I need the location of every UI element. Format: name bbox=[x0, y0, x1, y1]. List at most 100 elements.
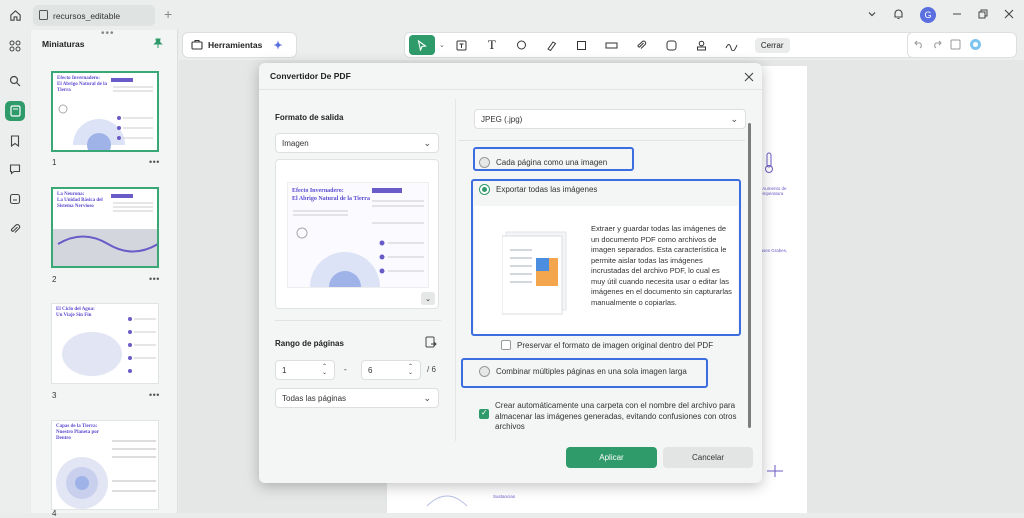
dialog-title: Convertidor De PDF bbox=[270, 71, 351, 81]
redo-icon[interactable] bbox=[932, 39, 942, 51]
signature-icon[interactable] bbox=[719, 35, 745, 55]
range-total: / 6 bbox=[427, 365, 436, 374]
highlight-each-page bbox=[473, 147, 634, 171]
stepper-icon[interactable]: ⌃ ⌄ bbox=[408, 364, 413, 376]
page-number: 2 bbox=[52, 275, 57, 284]
thumbnail-panel: ••• Miniaturas Efecto Invernadero: El Ab… bbox=[31, 28, 178, 518]
minimize-icon[interactable] bbox=[952, 9, 962, 21]
cancel-button[interactable]: Cancelar bbox=[663, 447, 753, 468]
bookmark-icon[interactable] bbox=[5, 131, 25, 151]
page-number: 1 bbox=[52, 158, 57, 167]
dialog-divider bbox=[259, 89, 762, 90]
output-format-value: Imagen bbox=[282, 138, 309, 148]
output-format-label: Formato de salida bbox=[275, 113, 344, 122]
image-format-select[interactable]: JPEG (.jpg) ⌄ bbox=[474, 109, 746, 129]
new-tab-icon[interactable]: + bbox=[164, 6, 172, 22]
pin-icon[interactable] bbox=[153, 38, 163, 51]
comment-icon[interactable] bbox=[5, 159, 25, 179]
toolbox-icon bbox=[191, 39, 203, 52]
preview-image: Efecto Invernadero: El Abrigo Natural de… bbox=[287, 182, 429, 288]
page-more-icon[interactable]: ••• bbox=[149, 390, 160, 400]
range-from-input[interactable]: 1 ⌃ ⌄ bbox=[275, 360, 335, 380]
option-preserve-format[interactable]: Preservar el formato de imagen original … bbox=[501, 340, 713, 350]
dialog-close-icon[interactable] bbox=[744, 68, 754, 85]
option-create-folder[interactable]: Crear automáticamente una carpeta con el… bbox=[479, 401, 745, 433]
stepper-icon[interactable]: ⌃ ⌄ bbox=[322, 364, 327, 376]
right-divider bbox=[459, 140, 745, 141]
output-format-select[interactable]: Imagen ⌄ bbox=[275, 133, 439, 153]
chevron-down-icon[interactable]: ⌄ bbox=[439, 41, 445, 49]
range-to-input[interactable]: 6 ⌃ ⌄ bbox=[361, 360, 421, 380]
page-thumbnail-3[interactable]: El Ciclo del Agua: Un Viaje Sin Fin bbox=[51, 303, 159, 384]
preview-expand-icon[interactable]: ⌄ bbox=[421, 292, 435, 305]
chevron-down-icon: ⌄ bbox=[423, 393, 431, 403]
thumbnail-illustration bbox=[62, 317, 156, 376]
avatar[interactable]: G bbox=[920, 7, 936, 23]
history-tools bbox=[907, 32, 1017, 58]
pages-select[interactable]: Todas las páginas ⌄ bbox=[275, 388, 439, 408]
page-range-icon[interactable] bbox=[425, 336, 437, 350]
highlighter-icon[interactable] bbox=[539, 35, 565, 55]
highlight-combine bbox=[461, 358, 708, 388]
text-box-icon[interactable] bbox=[449, 35, 475, 55]
left-divider bbox=[275, 320, 441, 321]
paperclip-icon[interactable] bbox=[629, 35, 655, 55]
title-bar: recursos_editable + G bbox=[0, 0, 1024, 30]
tools-button[interactable]: Herramientas ✦ bbox=[182, 32, 297, 58]
preserve-format-checkbox[interactable] bbox=[501, 340, 511, 350]
thumbnail-panel-title: Miniaturas bbox=[42, 39, 85, 49]
temperature-caption: ↑ Aumento de temperatura bbox=[759, 186, 787, 196]
apply-button[interactable]: Aplicar bbox=[566, 447, 657, 468]
page-more-icon[interactable]: ••• bbox=[149, 157, 160, 167]
tools-label: Herramientas bbox=[208, 40, 263, 50]
grid-icon[interactable] bbox=[5, 36, 25, 56]
stamp-icon[interactable] bbox=[5, 189, 25, 209]
page-number: 3 bbox=[52, 391, 57, 400]
page-snippet: Sustancias bbox=[493, 494, 516, 499]
sticker-icon[interactable] bbox=[659, 35, 685, 55]
close-tools-button[interactable]: Cerrar bbox=[754, 37, 790, 53]
home-icon[interactable] bbox=[0, 0, 30, 30]
create-folder-label: Crear automáticamente una carpeta con el… bbox=[495, 401, 737, 431]
shape-icon[interactable] bbox=[569, 35, 595, 55]
tab-document-icon bbox=[39, 9, 48, 22]
stamp-tool-icon[interactable] bbox=[689, 35, 715, 55]
preview-panel: Efecto Invernadero: El Abrigo Natural de… bbox=[275, 159, 439, 309]
thumbnail-illustration bbox=[56, 440, 156, 509]
annotation-tools: ⌄ T Cerrar bbox=[404, 32, 971, 58]
restore-icon[interactable] bbox=[978, 9, 988, 21]
search-icon[interactable] bbox=[5, 71, 25, 91]
document-tab[interactable]: recursos_editable bbox=[33, 5, 155, 26]
chevron-down-icon: ⌄ bbox=[423, 138, 431, 148]
ai-assistant-icon[interactable] bbox=[969, 38, 982, 53]
chevron-down-icon: ⌄ bbox=[730, 114, 738, 124]
thumbnails-icon[interactable] bbox=[5, 101, 25, 121]
undo-icon[interactable] bbox=[914, 39, 924, 51]
options-scrollbar[interactable] bbox=[748, 123, 751, 428]
close-icon[interactable] bbox=[1004, 9, 1014, 21]
attachment-icon[interactable] bbox=[5, 219, 25, 239]
bell-icon[interactable] bbox=[893, 8, 904, 22]
text-tool-icon[interactable]: T bbox=[479, 35, 505, 55]
range-dash: - bbox=[344, 365, 347, 374]
main-toolbar: Herramientas ✦ ⌄ T Cerrar bbox=[179, 30, 1024, 60]
create-folder-checkbox[interactable] bbox=[479, 408, 489, 419]
page-thumbnail-1[interactable]: Efecto Invernadero: El Abrigo Natural de… bbox=[51, 71, 159, 152]
page-more-icon[interactable]: ••• bbox=[149, 274, 160, 284]
comment-bubble-icon[interactable] bbox=[509, 35, 535, 55]
page-thumbnail-2[interactable]: La Neurona: La Unidad Básica del Sistema… bbox=[51, 187, 159, 268]
measure-icon[interactable] bbox=[599, 35, 625, 55]
save-icon[interactable] bbox=[950, 39, 961, 52]
image-format-value: JPEG (.jpg) bbox=[481, 114, 523, 124]
preserve-format-label: Preservar el formato de imagen original … bbox=[517, 340, 714, 350]
preview-illustration bbox=[293, 188, 424, 287]
range-from-value: 1 bbox=[282, 365, 287, 375]
thumbnail-illustration bbox=[53, 194, 157, 266]
select-cursor-icon[interactable] bbox=[409, 35, 435, 55]
page-number: 4 bbox=[52, 509, 57, 518]
panel-drag-handle[interactable]: ••• bbox=[101, 28, 115, 39]
page-thumbnail-4[interactable]: Capas de la Tierra: Nuestro Planeta por … bbox=[51, 420, 159, 510]
ai-sparkle-icon[interactable]: ✦ bbox=[273, 39, 282, 52]
chevron-down-icon[interactable] bbox=[867, 9, 877, 21]
left-rail bbox=[0, 30, 30, 513]
